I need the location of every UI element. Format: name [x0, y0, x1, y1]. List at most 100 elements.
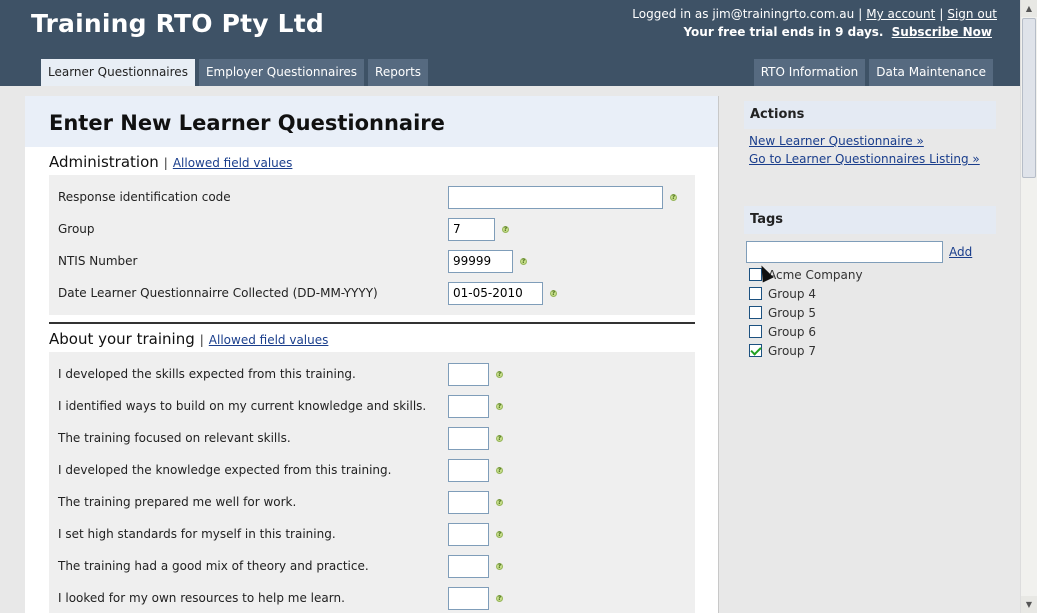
tab-employer-questionnaires[interactable]: Employer Questionnaires: [198, 59, 365, 86]
help-icon[interactable]: ?: [670, 193, 677, 201]
tag-item[interactable]: Group 7: [749, 341, 996, 360]
training-allowed-values-link[interactable]: Allowed field values: [209, 333, 329, 347]
trial-text: Your free trial ends in 9 days.: [683, 25, 884, 39]
help-icon[interactable]: ?: [520, 257, 527, 265]
tag-label: Group 7: [768, 343, 816, 358]
sign-out-link[interactable]: Sign out: [947, 7, 997, 21]
help-icon[interactable]: ?: [496, 594, 503, 602]
question-row: I identified ways to build on my current…: [49, 390, 695, 422]
tag-label: Group 5: [768, 305, 816, 320]
help-icon[interactable]: ?: [496, 434, 503, 442]
administration-section-header: Administration | Allowed field values: [49, 153, 293, 171]
question-input[interactable]: [448, 522, 489, 546]
main-panel: Enter New Learner Questionnaire Administ…: [25, 96, 719, 613]
training-title: About your training: [49, 330, 195, 348]
actions-header: Actions: [744, 101, 996, 129]
tag-list: Acme Company Group 4 Group 5 Group 6 Gro…: [744, 265, 996, 360]
tag-checkbox[interactable]: [749, 306, 762, 319]
ntis-number-input[interactable]: [448, 249, 513, 273]
help-icon[interactable]: ?: [496, 370, 503, 378]
scrollbar-thumb[interactable]: [1022, 18, 1036, 178]
question-label: I developed the knowledge expected from …: [58, 463, 392, 477]
user-bar: Logged in as jim@trainingrto.com.au | My a…: [632, 7, 997, 21]
learner-questionnaires-listing-link[interactable]: Go to Learner Questionnaires Listing »: [749, 152, 996, 166]
tag-item[interactable]: Group 5: [749, 303, 996, 322]
tag-label: Group 6: [768, 324, 816, 339]
tag-item[interactable]: Acme Company: [749, 265, 996, 284]
question-input[interactable]: [448, 554, 489, 578]
question-label: The training had a good mix of theory an…: [58, 559, 369, 573]
tag-item[interactable]: Group 4: [749, 284, 996, 303]
question-input[interactable]: [448, 362, 489, 386]
user-email: jim@trainingrto.com.au: [712, 7, 855, 21]
tag-label: Acme Company: [768, 267, 863, 282]
tag-checkbox-checked[interactable]: [749, 344, 762, 357]
response-id-label: Response identification code: [58, 190, 231, 204]
ntis-number-label: NTIS Number: [58, 254, 138, 268]
help-icon[interactable]: ?: [496, 562, 503, 570]
question-label: I set high standards for myself in this …: [58, 527, 336, 541]
tab-data-maintenance[interactable]: Data Maintenance: [869, 59, 993, 86]
question-row: The training prepared me well for work. …: [49, 486, 695, 518]
my-account-link[interactable]: My account: [866, 7, 935, 21]
brand-title[interactable]: Training RTO Pty Ltd: [31, 9, 324, 38]
question-label: The training focused on relevant skills.: [58, 431, 291, 445]
question-label: I looked for my own resources to help me…: [58, 591, 345, 605]
question-row: The training had a good mix of theory an…: [49, 550, 695, 582]
question-row: I looked for my own resources to help me…: [49, 582, 695, 613]
tags-header: Tags: [744, 206, 996, 234]
subscribe-link[interactable]: Subscribe Now: [892, 25, 992, 39]
tag-checkbox[interactable]: [749, 287, 762, 300]
page-title: Enter New Learner Questionnaire: [49, 111, 445, 135]
question-row: I developed the knowledge expected from …: [49, 454, 695, 486]
help-icon[interactable]: ?: [496, 466, 503, 474]
help-icon[interactable]: ?: [550, 289, 557, 297]
question-input[interactable]: [448, 490, 489, 514]
help-icon[interactable]: ?: [496, 402, 503, 410]
help-icon[interactable]: ?: [496, 498, 503, 506]
main-tabs: Learner Questionnaires Employer Question…: [41, 59, 429, 86]
question-label: I developed the skills expected from thi…: [58, 367, 356, 381]
question-input[interactable]: [448, 426, 489, 450]
help-icon[interactable]: ?: [502, 225, 509, 233]
tag-label: Group 4: [768, 286, 816, 301]
scroll-up-icon[interactable]: ▲: [1021, 0, 1037, 17]
tag-input[interactable]: [746, 241, 943, 263]
page-title-bar: Enter New Learner Questionnaire: [25, 96, 718, 147]
question-input[interactable]: [448, 458, 489, 482]
tag-checkbox[interactable]: [749, 325, 762, 338]
group-input[interactable]: [448, 217, 495, 241]
tab-rto-information[interactable]: RTO Information: [753, 59, 866, 86]
field-row: Group ?: [49, 213, 695, 245]
section-divider: [49, 322, 695, 324]
admin-allowed-values-link[interactable]: Allowed field values: [173, 156, 293, 170]
administration-title: Administration: [49, 153, 159, 171]
new-learner-questionnaire-link[interactable]: New Learner Questionnaire »: [749, 134, 996, 148]
logged-in-prefix: Logged in as: [632, 7, 709, 21]
sidebar: Actions New Learner Questionnaire » Go t…: [744, 101, 996, 360]
date-collected-input[interactable]: [448, 281, 543, 305]
question-label: I identified ways to build on my current…: [58, 399, 427, 413]
field-row: Date Learner Questionnairre Collected (D…: [49, 277, 695, 309]
secondary-tabs: RTO Information Data Maintenance: [753, 59, 993, 86]
question-input[interactable]: [448, 586, 489, 610]
tab-reports[interactable]: Reports: [368, 59, 429, 86]
question-label: The training prepared me well for work.: [58, 495, 297, 509]
training-section-header: About your training | Allowed field valu…: [49, 330, 329, 348]
vertical-scrollbar[interactable]: ▲ ▼: [1020, 0, 1037, 613]
tag-item[interactable]: Group 6: [749, 322, 996, 341]
app-header: Training RTO Pty Ltd Logged in as jim@tr…: [0, 0, 1020, 86]
question-input[interactable]: [448, 394, 489, 418]
date-collected-label: Date Learner Questionnairre Collected (D…: [58, 286, 378, 300]
scroll-down-icon[interactable]: ▼: [1021, 596, 1037, 613]
administration-fieldset: Response identification code ? Group ? N…: [49, 175, 695, 315]
training-fieldset: I developed the skills expected from thi…: [49, 352, 695, 613]
response-id-input[interactable]: [448, 185, 663, 209]
tab-learner-questionnaires[interactable]: Learner Questionnaires: [41, 59, 195, 86]
help-icon[interactable]: ?: [496, 530, 503, 538]
question-row: The training focused on relevant skills.…: [49, 422, 695, 454]
field-row: Response identification code ?: [49, 181, 695, 213]
question-row: I developed the skills expected from thi…: [49, 358, 695, 390]
add-tag-link[interactable]: Add: [949, 245, 972, 259]
tag-input-row: Add: [744, 241, 996, 263]
